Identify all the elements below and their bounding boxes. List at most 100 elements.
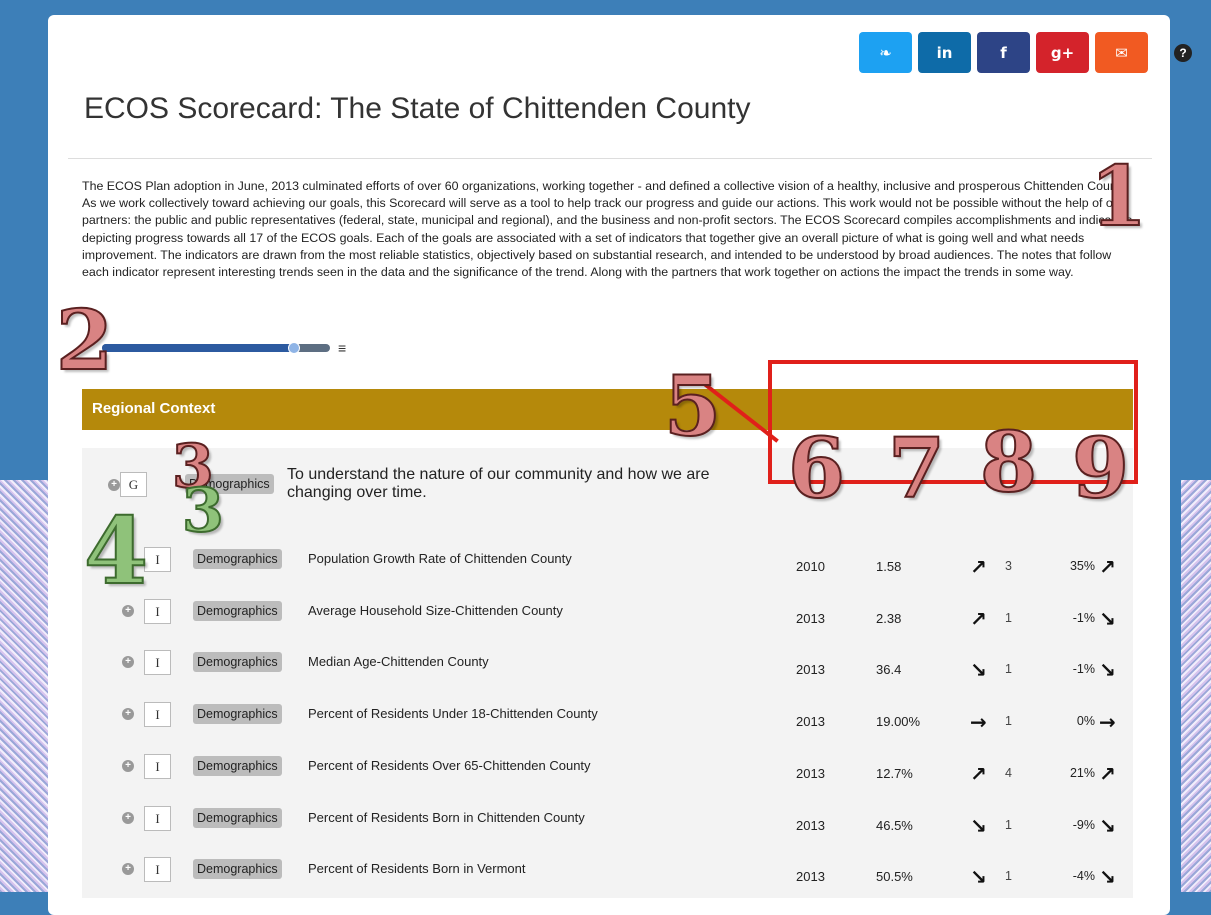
type-badge: I <box>144 547 171 572</box>
percent-change: 35% <box>1069 559 1095 573</box>
percent-arrow-icon: ↘ <box>1099 813 1116 838</box>
facebook-button[interactable]: f <box>977 32 1030 73</box>
expand-icon[interactable]: + <box>122 811 134 824</box>
twitter-icon: ❧ <box>879 43 892 62</box>
type-badge: I <box>144 650 171 676</box>
indicator-year: 2013 <box>796 817 825 833</box>
slider-handle[interactable] <box>287 342 300 354</box>
indicator-year: 2013 <box>796 662 825 678</box>
indicator-value: 46.5% <box>876 817 913 833</box>
percent-change: 0% <box>1076 714 1095 729</box>
expand-icon[interactable]: + <box>122 708 134 721</box>
type-badge: I <box>144 702 171 728</box>
indicator-name[interactable]: Population Growth Rate of Chittenden Cou… <box>308 551 572 566</box>
category-tag: Demographics <box>193 859 282 880</box>
indicator-row[interactable]: + I Demographics Population Growth Rate of … <box>82 547 1133 599</box>
indicator-value: 1.58 <box>876 559 902 574</box>
percent-change: -1% <box>1072 662 1095 677</box>
percent-arrow-icon: ↘ <box>1099 658 1116 683</box>
expand-icon[interactable]: + <box>108 479 120 491</box>
callout-number: 6 <box>787 421 846 517</box>
percent-arrow-icon: ↗ <box>1099 761 1116 786</box>
intro-text: The ECOS Plan adoption in June, 2013 cul… <box>82 179 1133 280</box>
type-badge: G <box>120 472 147 497</box>
percent-change: 21% <box>1069 765 1095 780</box>
indicator-value: 19.00% <box>876 714 921 730</box>
group-description: To understand the nature of our communit… <box>287 466 710 501</box>
indicator-name[interactable]: Average Household Size-Chittenden County <box>308 603 563 618</box>
trend-count: 1 <box>1005 869 1012 884</box>
category-tag: Demographics <box>193 807 282 828</box>
indicator-name[interactable]: Percent of Residents Born in Chittenden … <box>308 810 585 825</box>
category-tag: Demographics <box>193 600 282 621</box>
zoom-slider[interactable]: − ≡ <box>82 340 362 356</box>
expand-icon[interactable]: + <box>122 656 134 669</box>
trend-count: 3 <box>1005 559 1012 573</box>
trend-count: 1 <box>1005 662 1012 677</box>
type-badge: I <box>144 753 171 779</box>
percent-change: -9% <box>1072 817 1095 832</box>
type-badge: I <box>144 805 171 831</box>
indicator-year: 2013 <box>796 610 825 626</box>
trend-count: 4 <box>1005 765 1012 780</box>
indicator-row[interactable]: + I Demographics Average Household Size-Chi… <box>82 598 1133 651</box>
indicator-value: 36.4 <box>876 662 902 678</box>
menu-icon[interactable]: ≡ <box>338 340 346 356</box>
trend-arrow-icon: → <box>970 710 987 735</box>
trend-arrow-icon: ↘ <box>970 813 987 838</box>
linkedin-icon: in <box>936 43 953 62</box>
trend-arrow-icon: ↗ <box>970 761 987 786</box>
slider-fill <box>102 344 294 352</box>
percent-arrow-icon: → <box>1099 710 1116 735</box>
percent-arrow-icon: ↘ <box>1099 606 1116 631</box>
image-artifact-right <box>1181 480 1211 892</box>
expand-icon[interactable]: + <box>122 604 134 617</box>
indicator-row[interactable]: + I Demographics Percent of Residents Born … <box>82 857 1133 909</box>
indicator-row[interactable]: + I Demographics Median Age-Chittenden Coun… <box>82 650 1133 702</box>
facebook-icon: f <box>1000 43 1007 62</box>
type-badge: I <box>144 598 171 624</box>
callout-number: 8 <box>979 415 1038 511</box>
indicator-name[interactable]: Percent of Residents Under 18-Chittenden… <box>308 706 598 721</box>
category-tag: Demographics <box>193 704 282 725</box>
callout-number: 2 <box>55 293 114 389</box>
help-icon[interactable]: ? <box>1174 44 1192 62</box>
type-badge: I <box>144 857 171 883</box>
title-divider <box>68 158 1152 159</box>
envelope-icon: ✉ <box>1115 43 1128 62</box>
callout-number: 1 <box>1089 149 1148 245</box>
page-title: ECOS Scorecard: The State of Chittenden … <box>84 92 751 125</box>
trend-arrow-icon: ↘ <box>970 865 987 890</box>
trend-count: 1 <box>1005 714 1012 729</box>
percent-arrow-icon: ↘ <box>1099 865 1116 890</box>
indicator-name[interactable]: Percent of Residents Born in Vermont <box>308 861 526 876</box>
linkedin-button[interactable]: in <box>918 32 971 73</box>
indicator-name[interactable]: Median Age-Chittenden County <box>308 654 489 669</box>
indicator-value: 12.7% <box>876 765 913 781</box>
trend-count: 1 <box>1005 817 1012 832</box>
expand-icon[interactable]: + <box>122 759 134 772</box>
trend-arrow-icon: ↗ <box>970 555 987 579</box>
trend-arrow-icon: ↘ <box>970 658 987 683</box>
indicator-value: 50.5% <box>876 869 913 885</box>
percent-change: -4% <box>1072 869 1095 884</box>
indicator-value: 2.38 <box>876 610 902 626</box>
callout-number: 9 <box>1071 421 1130 517</box>
indicator-row[interactable]: + I Demographics Percent of Residents Over … <box>82 753 1133 806</box>
google-plus-icon: g+ <box>1050 43 1075 62</box>
indicator-row[interactable]: + I Demographics Percent of Residents Under… <box>82 702 1133 754</box>
expand-icon[interactable]: + <box>122 863 134 876</box>
share-toolbar: ❧ in f g+ ✉ <box>859 32 1148 73</box>
twitter-button[interactable]: ❧ <box>859 32 912 73</box>
google-plus-button[interactable]: g+ <box>1036 32 1089 73</box>
email-button[interactable]: ✉ <box>1095 32 1148 73</box>
callout-number: 5 <box>663 359 722 455</box>
indicator-year: 2013 <box>796 869 825 885</box>
category-tag: Demographics <box>193 755 282 776</box>
indicator-row[interactable]: + I Demographics Percent of Residents Born … <box>82 805 1133 858</box>
category-tag: Demographics <box>193 652 282 673</box>
category-tag: Demographics <box>193 549 282 569</box>
callout-number: 3 <box>181 475 225 547</box>
indicator-name[interactable]: Percent of Residents Over 65-Chittenden … <box>308 758 591 773</box>
slider-track[interactable] <box>102 342 330 354</box>
